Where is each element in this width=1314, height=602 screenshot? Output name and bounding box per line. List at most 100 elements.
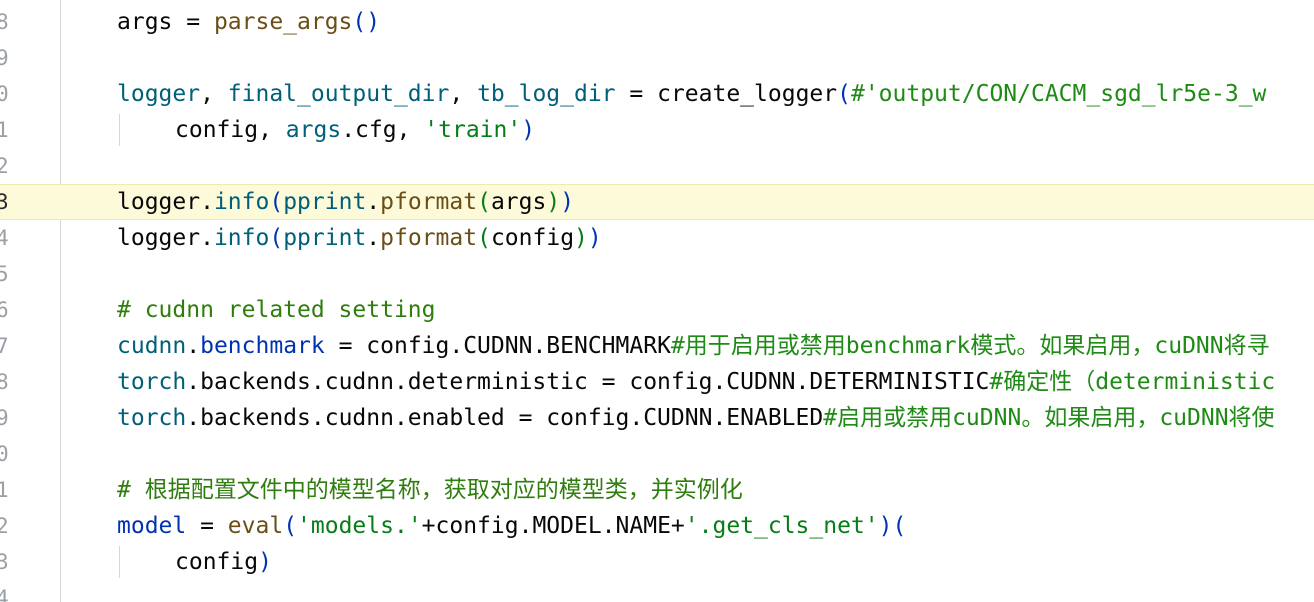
line-number: 4 bbox=[0, 586, 9, 602]
code-token: pformat bbox=[380, 225, 478, 251]
code-token: ) bbox=[521, 117, 536, 143]
code-text[interactable]: model = eval('models.'+config.MODEL.NAME… bbox=[117, 508, 906, 544]
code-token: , bbox=[200, 81, 228, 107]
code-token: .backends.cudnn.enabled = config.CUDNN.E… bbox=[186, 405, 824, 431]
code-token: info bbox=[213, 225, 270, 251]
line-number: 9 bbox=[0, 46, 9, 70]
code-token: #用于启用或禁用benchmark模式。如果启用，cuDNN将寻 bbox=[670, 333, 1270, 359]
code-token: , bbox=[449, 81, 478, 107]
code-line[interactable]: 5 bbox=[0, 256, 1314, 292]
code-token: tb_log_dir bbox=[477, 81, 616, 107]
code-token: pprint bbox=[283, 225, 367, 251]
code-line[interactable]: 0 logger, final_output_dir, tb_log_dir = … bbox=[0, 76, 1314, 112]
line-number: 2 bbox=[0, 514, 9, 538]
code-token: info bbox=[213, 189, 270, 215]
code-token: )( bbox=[878, 513, 907, 539]
code-token: = config.CUDNN.BENCHMARK bbox=[324, 333, 671, 359]
code-token: . bbox=[200, 225, 214, 251]
line-number: 8 bbox=[0, 10, 9, 34]
code-line[interactable]: 6 # cudnn related setting bbox=[0, 292, 1314, 328]
code-text[interactable]: cudnn.benchmark = config.CUDNN.BENCHMARK… bbox=[117, 328, 1270, 364]
code-token: . bbox=[200, 189, 214, 215]
code-token: 'models.' bbox=[297, 513, 422, 539]
line-number: 4 bbox=[0, 226, 9, 250]
line-number: 8 bbox=[0, 370, 9, 394]
code-token: 'train' bbox=[424, 117, 522, 143]
code-token: cudnn bbox=[117, 333, 187, 359]
code-token: #'output/CON/CACM_sgd_lr5e-3_w bbox=[850, 81, 1267, 107]
code-token: logger bbox=[117, 225, 201, 251]
code-token: = bbox=[172, 9, 214, 35]
code-line[interactable]: 8 torch.backends.cudnn.deterministic = co… bbox=[0, 364, 1314, 400]
code-token: eval bbox=[227, 513, 284, 539]
code-token: logger bbox=[117, 189, 201, 215]
code-token: ( bbox=[477, 225, 491, 251]
line-number: 1 bbox=[0, 478, 9, 502]
line-number: 7 bbox=[0, 334, 9, 358]
code-text[interactable]: # 根据配置文件中的模型名称，获取对应的模型类，并实例化 bbox=[117, 472, 743, 508]
code-line[interactable]: 8 args = parse_args() bbox=[0, 4, 1314, 40]
code-text[interactable]: config) bbox=[175, 544, 272, 580]
code-line[interactable]: 4 bbox=[0, 580, 1314, 602]
line-number: 5 bbox=[0, 262, 9, 286]
code-token: ( bbox=[477, 189, 491, 215]
code-line[interactable]: 2 model = eval('models.'+config.MODEL.NAM… bbox=[0, 508, 1314, 544]
code-token: () bbox=[352, 9, 381, 35]
code-token: #确定性（deterministic bbox=[989, 369, 1276, 395]
code-line[interactable]: 1 config, args.cfg, 'train') bbox=[0, 112, 1314, 148]
code-token: ) bbox=[560, 189, 575, 215]
code-line[interactable]: 1 # 根据配置文件中的模型名称，获取对应的模型类，并实例化 bbox=[0, 472, 1314, 508]
code-token: config bbox=[175, 549, 259, 575]
code-line[interactable]: 3 config) bbox=[0, 544, 1314, 580]
line-number: 3 bbox=[0, 550, 9, 574]
code-token: = bbox=[186, 513, 228, 539]
code-token: ( bbox=[283, 513, 298, 539]
code-token: = bbox=[615, 81, 658, 107]
code-token: parse_args bbox=[213, 9, 353, 35]
code-token: # 根据配置文件中的模型名称，获取对应的模型类，并实例化 bbox=[117, 477, 743, 503]
code-token: , bbox=[258, 117, 286, 143]
line-number: 0 bbox=[0, 442, 9, 466]
code-token: # cudnn related setting bbox=[117, 297, 436, 323]
code-line[interactable]: 0 bbox=[0, 436, 1314, 472]
code-token: ( bbox=[837, 81, 851, 107]
code-line[interactable]: 9 bbox=[0, 40, 1314, 76]
code-text[interactable]: torch.backends.cudnn.deterministic = con… bbox=[117, 364, 1275, 400]
code-token: ( bbox=[269, 189, 284, 215]
code-token: . bbox=[366, 189, 381, 215]
code-token: pformat bbox=[380, 189, 478, 215]
code-token: .cfg, bbox=[341, 117, 425, 143]
code-text[interactable]: # cudnn related setting bbox=[117, 292, 436, 328]
code-line[interactable]: 9 torch.backends.cudnn.enabled = config.C… bbox=[0, 400, 1314, 436]
code-token: torch bbox=[117, 369, 187, 395]
code-token: ( bbox=[269, 225, 284, 251]
code-line[interactable]: 4 logger.info(pprint.pformat(config)) bbox=[0, 220, 1314, 256]
code-line[interactable]: 7 cudnn.benchmark = config.CUDNN.BENCHMAR… bbox=[0, 328, 1314, 364]
indent-guide bbox=[119, 114, 120, 146]
code-text[interactable]: config, args.cfg, 'train') bbox=[175, 112, 535, 148]
code-token: ) bbox=[258, 549, 272, 575]
line-number: 6 bbox=[0, 298, 9, 322]
line-number: 9 bbox=[0, 406, 9, 430]
code-token: args bbox=[117, 9, 173, 35]
code-line[interactable]: 2 bbox=[0, 148, 1314, 184]
indent-guide bbox=[119, 546, 120, 578]
code-text[interactable]: logger, final_output_dir, tb_log_dir = c… bbox=[117, 76, 1266, 112]
code-token: args bbox=[490, 189, 547, 215]
line-number: 1 bbox=[0, 118, 9, 142]
code-token: logger bbox=[117, 81, 201, 107]
code-token: config bbox=[490, 225, 575, 251]
code-text[interactable]: logger.info(pprint.pformat(config)) bbox=[117, 220, 602, 256]
code-token: ) bbox=[546, 189, 561, 215]
code-token: '.get_cls_net' bbox=[684, 513, 879, 539]
code-text[interactable]: torch.backends.cudnn.enabled = config.CU… bbox=[117, 400, 1275, 436]
code-token: benchmark bbox=[200, 333, 325, 359]
code-text[interactable]: args = parse_args() bbox=[117, 4, 380, 40]
code-line-current[interactable]: 3 logger.info(pprint.pformat(args)) bbox=[0, 184, 1314, 220]
code-token: create_logger bbox=[657, 81, 838, 107]
code-token: .backends.cudnn.deterministic = config.C… bbox=[186, 369, 990, 395]
line-number: 0 bbox=[0, 82, 9, 106]
code-token: #启用或禁用cuDNN。如果启用，cuDNN将使 bbox=[823, 405, 1275, 431]
code-editor[interactable]: 8 args = parse_args() 9 0 logger, final_outp… bbox=[0, 0, 1314, 602]
code-text[interactable]: logger.info(pprint.pformat(args)) bbox=[117, 185, 574, 219]
